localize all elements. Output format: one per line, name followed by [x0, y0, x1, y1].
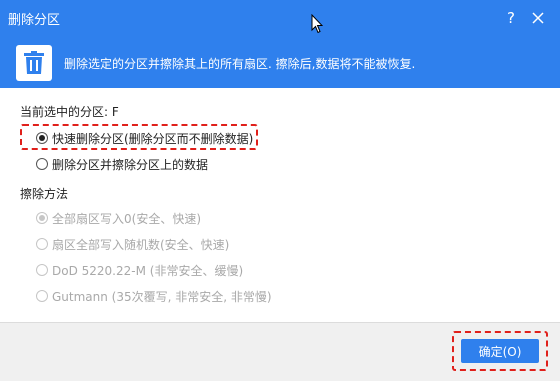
- radio-label: 扇区全部写入随机数(安全、快速): [52, 237, 230, 252]
- help-button[interactable]: ?: [500, 6, 522, 30]
- close-button[interactable]: [526, 6, 550, 30]
- radio-label: Gutmann (35次覆写, 非常安全, 非常慢): [52, 289, 272, 304]
- current-partition-label: 当前选中的分区: F: [20, 105, 119, 119]
- close-icon: [532, 12, 544, 24]
- radio-label: 全部扇区写入0(安全、快速): [52, 211, 201, 226]
- banner-text: 删除选定的分区并擦除其上的所有扇区. 擦除后,数据将不能被恢复.: [64, 57, 416, 71]
- radio-button-disabled[interactable]: [36, 290, 48, 302]
- radio-wipe-dod[interactable]: DoD 5220.22-M (非常安全、缓慢): [36, 261, 243, 279]
- ok-button[interactable]: 确定(O): [461, 339, 539, 363]
- radio-button-checked[interactable]: [36, 132, 48, 144]
- radio-wipe-random[interactable]: 扇区全部写入随机数(安全、快速): [36, 235, 229, 253]
- radio-button-disabled-checked[interactable]: [36, 212, 48, 224]
- mouse-cursor-icon: [311, 14, 323, 34]
- radio-delete-and-wipe[interactable]: 删除分区并擦除分区上的数据: [36, 155, 208, 173]
- radio-label: DoD 5220.22-M (非常安全、缓慢): [52, 263, 244, 278]
- trash-icon-box: [16, 45, 52, 81]
- window-title: 删除分区: [8, 13, 61, 28]
- radio-button-disabled[interactable]: [36, 238, 48, 250]
- radio-quick-delete[interactable]: 快速删除分区(删除分区而不删除数据): [36, 129, 253, 147]
- title-bar: 删除分区 ?: [0, 0, 560, 38]
- trash-icon: [24, 51, 44, 74]
- radio-wipe-zero[interactable]: 全部扇区写入0(安全、快速): [36, 209, 201, 227]
- radio-wipe-gutmann[interactable]: Gutmann (35次覆写, 非常安全, 非常慢): [36, 287, 272, 305]
- wipe-method-heading: 擦除方法: [20, 187, 69, 201]
- radio-label: 删除分区并擦除分区上的数据: [52, 157, 209, 172]
- radio-button-disabled[interactable]: [36, 264, 48, 276]
- radio-button[interactable]: [36, 158, 48, 170]
- radio-label: 快速删除分区(删除分区而不删除数据): [52, 131, 254, 146]
